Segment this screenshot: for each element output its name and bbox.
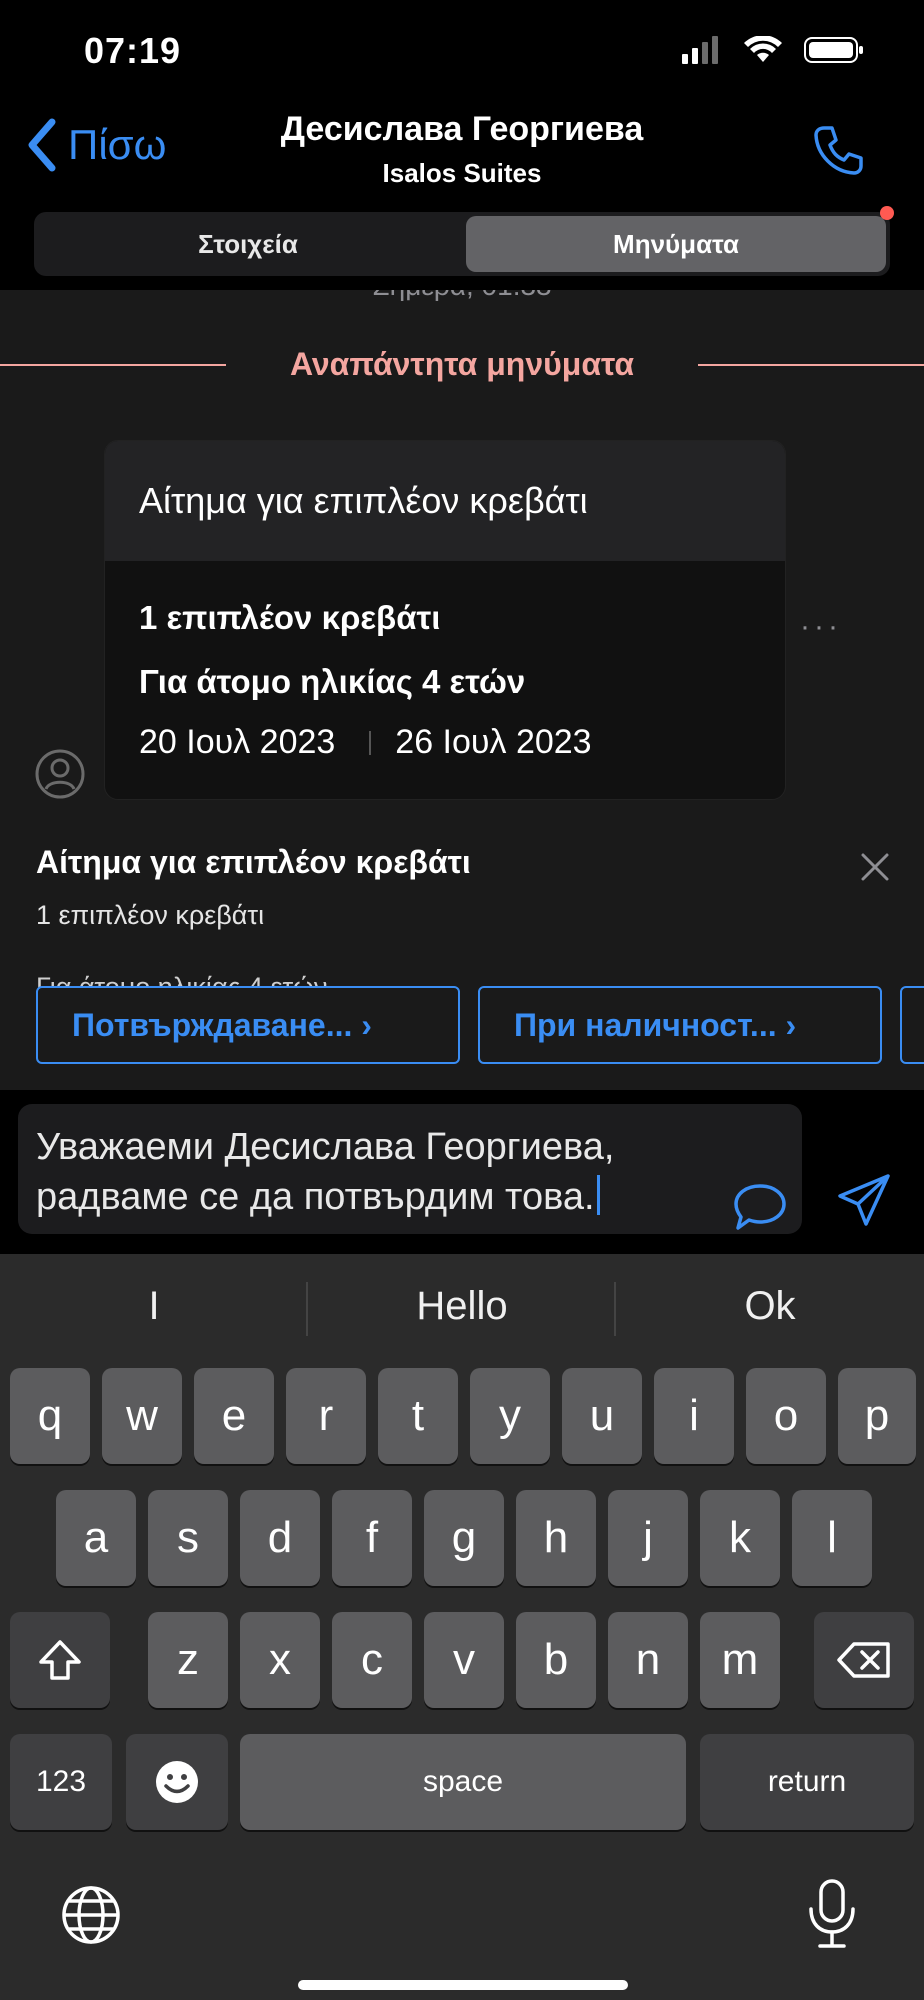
- unread-line-right: [698, 364, 924, 366]
- key-j[interactable]: j: [608, 1490, 688, 1586]
- key-s[interactable]: s: [148, 1490, 228, 1586]
- avatar: [34, 748, 86, 805]
- key-p[interactable]: p: [838, 1368, 916, 1464]
- key-t[interactable]: t: [378, 1368, 458, 1464]
- close-icon: [861, 853, 889, 881]
- key-x[interactable]: x: [240, 1612, 320, 1708]
- key-w[interactable]: w: [102, 1368, 182, 1464]
- chat-bubble-icon: [734, 1184, 786, 1230]
- suggestion-divider: [614, 1282, 616, 1336]
- segmented-control: Στοιχεία Μηνύματα: [34, 206, 894, 276]
- emoji-icon: [156, 1761, 198, 1803]
- key-r[interactable]: r: [286, 1368, 366, 1464]
- key-v[interactable]: v: [424, 1612, 504, 1708]
- message-text-line-1: Уважаеми Десислава Георгиева,: [36, 1126, 615, 1168]
- request-date-to: 26 Ιουλ 2023: [395, 723, 592, 761]
- status-bar: 07:19: [0, 0, 924, 100]
- quick-reply-if-available[interactable]: При наличност... ›: [478, 986, 882, 1064]
- person-icon: [35, 749, 85, 799]
- close-reply-button[interactable]: [860, 852, 890, 887]
- tab-messages-label: Μηνύματα: [613, 228, 739, 259]
- suggestion-3[interactable]: Ok: [620, 1284, 920, 1329]
- message-text-line-2-text: радваме се да потвърдим това.: [36, 1176, 595, 1218]
- quick-reply-more[interactable]: [900, 986, 924, 1064]
- tab-messages[interactable]: Μηνύματα: [466, 216, 886, 272]
- key-b[interactable]: b: [516, 1612, 596, 1708]
- suggestion-1[interactable]: I: [4, 1284, 304, 1329]
- key-l[interactable]: l: [792, 1490, 872, 1586]
- key-y[interactable]: y: [470, 1368, 550, 1464]
- numbers-key[interactable]: 123: [10, 1734, 112, 1830]
- date-separator: Σήμερα, 01:33: [0, 290, 924, 302]
- message-list[interactable]: Σήμερα, 01:33 Αναπάντητα μηνύματα Αίτημα…: [0, 290, 924, 1090]
- text-caret: [596, 1175, 600, 1215]
- more-options-button[interactable]: ···: [800, 610, 842, 644]
- composer-bar: Уважаеми Десислава Георгиева, радваме се…: [0, 1090, 924, 1254]
- conversation-header: Πίσω Десислава Георгиева Isalos Suites Σ…: [0, 100, 924, 290]
- reply-preview: Αίτημα για επιπλέον κρεβάτι 1 επιπλέον κ…: [0, 810, 924, 940]
- suggestion-bar: I Hello Ok: [0, 1254, 924, 1366]
- key-a[interactable]: a: [56, 1490, 136, 1586]
- quick-replies: Потвърждаване... › При наличност... ›: [0, 986, 924, 1068]
- key-n[interactable]: n: [608, 1612, 688, 1708]
- shift-key[interactable]: [10, 1612, 110, 1708]
- reply-preview-subtitle: 1 επιπλέον κρεβάτι: [36, 900, 265, 930]
- key-m[interactable]: m: [700, 1612, 780, 1708]
- backspace-icon: [837, 1642, 890, 1678]
- request-date-range: 20 Ιουλ 2023 26 Ιουλ 2023: [139, 723, 751, 762]
- cellular-signal-icon: [682, 36, 718, 64]
- key-e[interactable]: e: [194, 1368, 274, 1464]
- key-c[interactable]: c: [332, 1612, 412, 1708]
- return-key[interactable]: return: [700, 1734, 914, 1830]
- space-key[interactable]: space: [240, 1734, 686, 1830]
- key-f[interactable]: f: [332, 1490, 412, 1586]
- paper-plane-icon: [838, 1174, 890, 1226]
- request-guest-age: Για άτομο ηλικίας 4 ετών: [139, 663, 526, 700]
- backspace-key[interactable]: [814, 1612, 914, 1708]
- key-h[interactable]: h: [516, 1490, 596, 1586]
- status-time: 07:19: [84, 30, 182, 71]
- home-indicator[interactable]: [298, 1980, 628, 1990]
- contact-name: Десислава Георгиева: [280, 110, 644, 148]
- dictation-button[interactable]: [806, 1878, 858, 1955]
- key-g[interactable]: g: [424, 1490, 504, 1586]
- globe-button[interactable]: [60, 1884, 122, 1951]
- request-extra-bed-count: 1 επιπλέον κρεβάτι: [139, 599, 441, 636]
- key-u[interactable]: u: [562, 1368, 642, 1464]
- suggestion-2[interactable]: Hello: [312, 1284, 612, 1329]
- key-i[interactable]: i: [654, 1368, 734, 1464]
- request-date-from: 20 Ιουλ 2023: [139, 723, 336, 761]
- key-k[interactable]: k: [700, 1490, 780, 1586]
- templates-button[interactable]: [732, 1182, 788, 1237]
- globe-icon: [62, 1886, 120, 1944]
- request-card[interactable]: Αίτημα για επιπλέον κρεβάτι 1 επιπλέον κ…: [104, 440, 786, 800]
- battery-icon: [804, 37, 863, 63]
- request-card-body: 1 επιπλέον κρεβάτι Για άτομο ηλικίας 4 ε…: [105, 561, 785, 762]
- reply-preview-title: Αίτημα για επιπλέον κρεβάτι: [36, 844, 471, 880]
- quick-reply-confirm[interactable]: Потвърждаване... ›: [36, 986, 460, 1064]
- suggestion-divider: [306, 1282, 308, 1336]
- message-text-line-2: радваме се да потвърдим това.: [36, 1172, 784, 1222]
- keyboard: I Hello Ok q w e r t y u i o p a s d f g…: [0, 1254, 924, 2000]
- shift-icon: [39, 1640, 81, 1680]
- wifi-icon: [744, 36, 782, 62]
- status-icons: [682, 36, 864, 64]
- send-button[interactable]: [836, 1172, 892, 1233]
- phone-icon: [814, 126, 863, 175]
- unread-badge: [880, 206, 894, 220]
- message-input[interactable]: Уважаеми Десислава Георгиева, радваме се…: [18, 1104, 802, 1234]
- emoji-key[interactable]: [126, 1734, 228, 1830]
- tab-details[interactable]: Στοιχεία: [38, 216, 458, 272]
- request-card-title: Αίτημα για επιπλέον κρεβάτι: [105, 441, 785, 561]
- date-divider: [369, 730, 372, 755]
- key-z[interactable]: z: [148, 1612, 228, 1708]
- unread-separator: Αναπάντητα μηνύματα: [0, 344, 924, 384]
- call-button[interactable]: [810, 122, 866, 183]
- key-o[interactable]: o: [746, 1368, 826, 1464]
- key-q[interactable]: q: [10, 1368, 90, 1464]
- contact-subtitle: Isalos Suites: [382, 158, 542, 188]
- microphone-icon: [809, 1879, 855, 1948]
- key-d[interactable]: d: [240, 1490, 320, 1586]
